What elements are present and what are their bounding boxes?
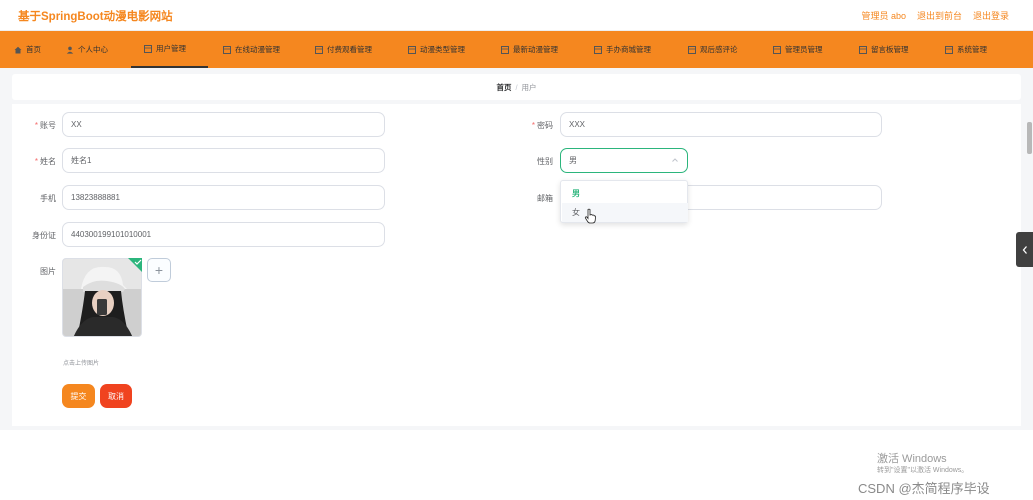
side-collapse-tab[interactable] bbox=[1016, 232, 1033, 267]
admin-user-label[interactable]: 管理员 abo bbox=[861, 9, 906, 22]
nav-item-label: 观后感评论 bbox=[700, 45, 738, 54]
user-icon bbox=[66, 46, 74, 54]
cancel-button[interactable]: 取消 bbox=[100, 384, 132, 408]
top-bar: 基于SpringBoot动漫电影网站 管理员 abo 退出到前台 退出登录 bbox=[0, 0, 1033, 31]
grid-icon bbox=[501, 45, 509, 54]
nav-item-admin-management[interactable]: 管理员管理 bbox=[773, 31, 823, 68]
nav-item-label: 留言板管理 bbox=[871, 45, 909, 54]
nav-item-message-board[interactable]: 留言板管理 bbox=[859, 31, 909, 68]
nav-item-label: 用户管理 bbox=[156, 44, 186, 53]
upload-tip: 点击上传图片 bbox=[63, 361, 100, 367]
hand-cursor-icon bbox=[584, 208, 596, 224]
nav-item-label: 手办商城管理 bbox=[606, 45, 651, 54]
gender-option-male[interactable]: 男 bbox=[562, 184, 688, 203]
grid-icon bbox=[223, 45, 231, 54]
password-input[interactable]: XXX bbox=[560, 112, 882, 137]
grid-icon bbox=[688, 45, 696, 54]
nav-item-system[interactable]: 系统管理 bbox=[945, 31, 987, 68]
upload-add-button[interactable]: + bbox=[147, 258, 171, 282]
site-title: 基于SpringBoot动漫电影网站 bbox=[18, 11, 173, 23]
nav-item-anime-types[interactable]: 动漫类型管理 bbox=[408, 31, 465, 68]
idcard-label: 身份证 bbox=[32, 231, 56, 240]
nav-item-latest-anime[interactable]: 最新动漫管理 bbox=[501, 31, 558, 68]
grid-icon bbox=[773, 45, 781, 54]
breadcrumb-separator: / bbox=[515, 82, 518, 92]
gender-label: 性别 bbox=[537, 157, 553, 166]
password-label: * 密码 bbox=[531, 121, 553, 130]
grid-icon bbox=[945, 45, 953, 54]
nav-item-label: 系统管理 bbox=[957, 45, 987, 54]
name-input[interactable]: 姓名1 bbox=[62, 148, 385, 173]
nav-item-label: 首页 bbox=[26, 45, 41, 54]
gender-option-female[interactable]: 女 bbox=[562, 203, 688, 222]
nav-item-label: 管理员管理 bbox=[785, 45, 823, 54]
csdn-watermark: CSDN @杰简程序毕设 bbox=[858, 481, 990, 496]
grid-icon bbox=[859, 45, 867, 54]
breadcrumb-home[interactable]: 首页 bbox=[496, 82, 511, 93]
top-right-links: 管理员 abo 退出到前台 退出登录 bbox=[861, 9, 1009, 22]
nav-item-label: 在线动漫管理 bbox=[235, 45, 280, 54]
nav-item-label: 最新动漫管理 bbox=[513, 45, 558, 54]
nav-item-online-anime[interactable]: 在线动漫管理 bbox=[223, 31, 280, 68]
nav-item-profile[interactable]: 个人中心 bbox=[66, 31, 108, 68]
grid-icon bbox=[315, 45, 323, 54]
nav-item-label: 个人中心 bbox=[78, 45, 108, 54]
nav-item-paid-viewing[interactable]: 付费观看管理 bbox=[315, 31, 372, 68]
name-label: * 姓名 bbox=[34, 157, 56, 166]
nav-item-label: 动漫类型管理 bbox=[420, 45, 465, 54]
nav-item-home[interactable]: 首页 bbox=[14, 31, 41, 68]
breadcrumb-current: 用户 bbox=[521, 82, 537, 92]
windows-activation-watermark: 激活 Windows bbox=[877, 453, 947, 465]
email-label: 邮箱 bbox=[537, 194, 553, 203]
idcard-input[interactable]: 440300199101010001 bbox=[62, 222, 385, 247]
breadcrumb: 首页 / 用户 bbox=[12, 74, 1021, 100]
chevron-left-icon bbox=[1022, 245, 1027, 254]
nav-item-reviews[interactable]: 观后感评论 bbox=[688, 31, 738, 68]
phone-label: 手机 bbox=[40, 194, 56, 203]
grid-icon bbox=[594, 45, 602, 54]
gender-select[interactable]: 男 bbox=[560, 148, 688, 173]
logout-link[interactable]: 退出登录 bbox=[973, 9, 1009, 22]
chevron-up-icon bbox=[672, 158, 678, 162]
windows-activation-hint: 转到"设置"以激活 Windows。 bbox=[877, 467, 969, 474]
main-navbar: 首页 个人中心 用户管理 在线动漫管理 付费观看管理 动漫类型管理 最新动漫管理… bbox=[0, 31, 1033, 68]
image-label: 图片 bbox=[40, 267, 56, 276]
phone-input[interactable]: 13823888881 bbox=[62, 185, 385, 210]
account-input[interactable]: XX bbox=[62, 112, 385, 137]
nav-item-figure-shop[interactable]: 手办商城管理 bbox=[594, 31, 651, 68]
nav-item-user-management[interactable]: 用户管理 bbox=[131, 31, 208, 68]
nav-item-label: 付费观看管理 bbox=[327, 45, 372, 54]
check-icon bbox=[134, 259, 142, 265]
scrollbar-thumb[interactable] bbox=[1027, 122, 1032, 154]
submit-button[interactable]: 提交 bbox=[62, 384, 95, 408]
grid-icon bbox=[144, 44, 152, 53]
gender-dropdown: 男 女 bbox=[560, 180, 688, 223]
back-to-frontend-link[interactable]: 退出到前台 bbox=[917, 9, 962, 22]
account-label: * 账号 bbox=[34, 121, 56, 130]
gender-select-value: 男 bbox=[569, 156, 577, 165]
home-icon bbox=[14, 46, 22, 54]
grid-icon bbox=[408, 45, 416, 54]
